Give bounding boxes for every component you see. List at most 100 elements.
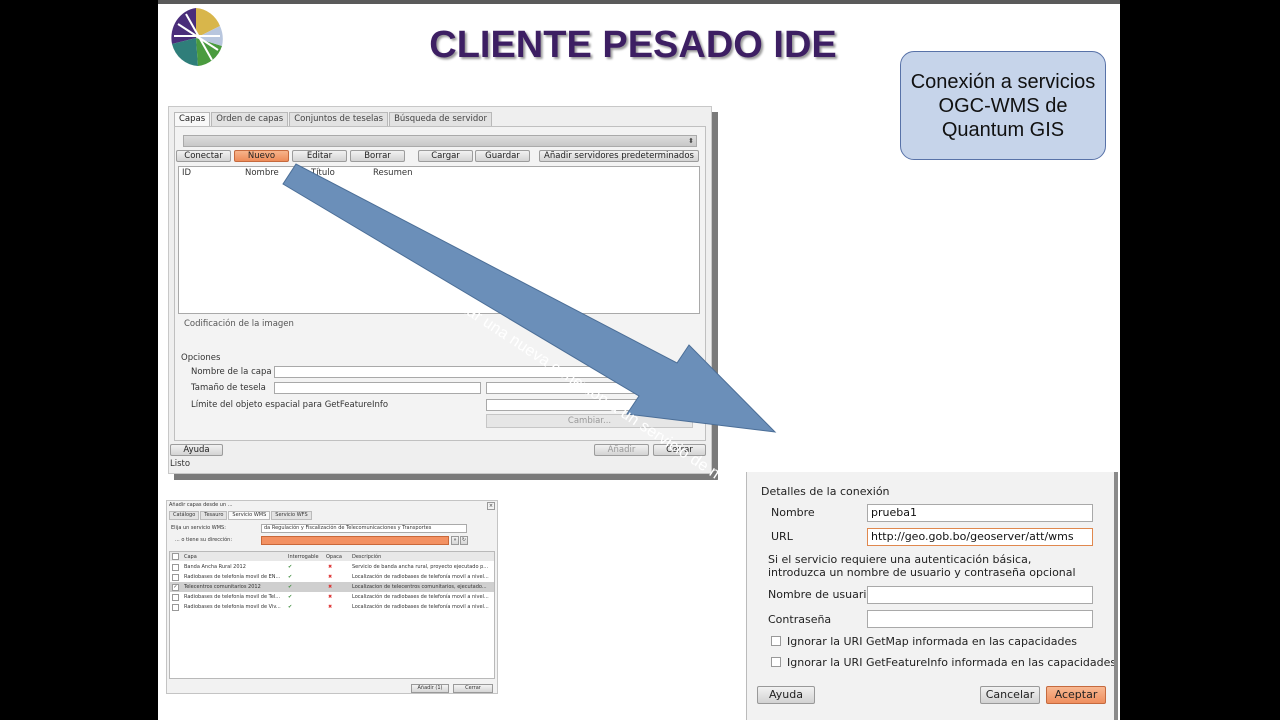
ignore-getfeatureinfo-label: Ignorar la URI GetFeatureInfo informada … [787,656,1117,669]
grid-header: Capa Interrogable Opaca Descripción [170,552,494,561]
ignore-getfeatureinfo-checkbox[interactable] [771,657,781,667]
feature-limit-label: Límite del objeto espacial para GetFeatu… [191,400,389,410]
row-checkbox[interactable] [172,574,179,581]
connection-details-dialog: Detalles de la conexión Nombre prueba1 U… [746,472,1118,720]
cross-icon: ✖ [328,584,333,590]
tab-tesauro[interactable]: Tesauro [200,511,228,520]
layer-name: Radiobases de telefonia movil de Viv... [184,604,281,610]
close-add-dialog-button[interactable]: Cerrar [453,684,493,693]
layer-name-label: Nombre de la capa [191,367,272,377]
row-checkbox[interactable] [172,604,179,611]
add-tabs: Catálogo Tesauro Servicio WMS Servicio W… [169,511,313,520]
add-layers-dialog: Añadir capas desde un ... × Catálogo Tes… [166,500,498,694]
address-label: ... o tiene su dirección: [175,537,233,543]
layer-name-input[interactable] [274,366,694,378]
tile-size-label: Tamaño de tesela [191,383,266,393]
ignore-getmap-label: Ignorar la URI GetMap informada en las c… [787,635,1077,648]
layer-description: Localización de radiobases de telefonía … [352,574,489,580]
username-label: Nombre de usuario [768,588,874,601]
tab-busqueda-servidor[interactable]: Búsqueda de servidor [389,112,492,126]
callout-box: Conexión a servicios OGC-WMS de Quantum … [900,51,1106,160]
row-checkbox[interactable] [172,594,179,601]
wms-layers-grid[interactable]: Capa Interrogable Opaca Descripción Band… [169,551,495,679]
choose-service-label: Elija un servicio WMS: [171,525,226,531]
cross-icon: ✖ [328,564,333,570]
options-label: Opciones [181,353,221,363]
help-button[interactable]: Ayuda [170,444,223,456]
connection-details-header: Detalles de la conexión [761,485,890,498]
tile-width-input[interactable] [274,382,481,394]
save-button[interactable]: Guardar [475,150,530,162]
auth-note: Si el servicio requiere una autenticació… [768,553,1076,579]
change-crs-button[interactable]: Cambiar... [486,414,693,428]
check-icon: ✔ [288,604,293,610]
delete-button[interactable]: Borrar [350,150,405,162]
add-layer-button[interactable]: Añadir [594,444,649,456]
add-default-servers-button[interactable]: Añadir servidores predeterminados [539,150,699,162]
username-input[interactable] [867,586,1093,604]
layer-description: Localización de radiobases de telefonía … [352,604,489,610]
layer-name: Telecentros comunitarios 2012 [184,584,261,590]
password-label: Contraseña [768,613,832,626]
add-dialog-title: Añadir capas desde un ... [169,502,233,508]
chevron-updown-icon: ⬍ [688,137,694,145]
col-titulo: Título [311,168,335,178]
address-input[interactable] [261,536,449,545]
check-icon: ✔ [288,564,293,570]
tab-capas[interactable]: Capas [174,112,211,126]
wms-tabs: Capas Orden de capas Conjuntos de tesela… [174,112,493,126]
choose-service-select[interactable]: da Regulación y Fiscalización de Telecom… [261,524,467,533]
status-text: Listo [170,459,191,469]
col-id: ID [182,168,192,178]
table-row-selected[interactable]: ✓ Telecentros comunitarios 2012 ✔ ✖ Loca… [170,582,494,592]
edit-button[interactable]: Editar [292,150,347,162]
refresh-icon[interactable]: ↻ [460,536,468,545]
server-combo[interactable]: ⬍ [183,135,697,147]
cancel-button[interactable]: Cancelar [980,686,1040,704]
name-label: Nombre [771,506,815,519]
add-selected-button[interactable]: Añadir (1) [411,684,449,693]
layer-name: Radiobases de telefonía movil de Tel... [184,594,281,600]
row-checkbox[interactable] [172,564,179,571]
cross-icon: ✖ [328,604,333,610]
search-icon[interactable]: » [451,536,459,545]
col-resumen: Resumen [373,168,413,178]
check-icon: ✔ [288,594,293,600]
layer-description: Localización de radiobases de telefonía … [352,594,489,600]
password-input[interactable] [867,610,1093,628]
ignore-getmap-checkbox[interactable] [771,636,781,646]
tab-servicio-wms[interactable]: Servicio WMS [228,511,271,520]
table-row[interactable]: Radiobases de telefonía movil de EN... ✔… [170,572,494,582]
layer-name: Banda Ancha Rural 2012 [184,564,246,570]
check-icon: ✔ [288,584,293,590]
new-button[interactable]: Nuevo [234,150,289,162]
col-nombre: Nombre [245,168,279,178]
header-checkbox[interactable] [172,553,179,560]
check-icon: ✔ [288,574,293,580]
tab-catalogo[interactable]: Catálogo [169,511,200,520]
load-button[interactable]: Cargar [418,150,473,162]
slide-top-bar [158,0,1120,4]
table-row[interactable]: Radiobases de telefonía movil de Tel... … [170,592,494,602]
name-input[interactable]: prueba1 [867,504,1093,522]
close-icon[interactable]: × [487,502,495,510]
dialog-shadow [1114,472,1118,720]
col-opaca: Opaca [326,554,342,560]
row-checkbox-checked[interactable]: ✓ [172,584,179,591]
url-input[interactable]: http://geo.gob.bo/geoserver/att/wms [867,528,1093,546]
slide: CLIENTE PESADO IDE Conexión a servicios … [158,0,1120,720]
accept-button[interactable]: Aceptar [1046,686,1106,704]
cross-icon: ✖ [328,574,333,580]
table-row[interactable]: Radiobases de telefonia movil de Viv... … [170,602,494,612]
cross-icon: ✖ [328,594,333,600]
col-capa: Capa [184,554,197,560]
connect-button[interactable]: Conectar [176,150,231,162]
tab-servicio-wfs[interactable]: Servicio WFS [271,511,312,520]
tab-conjuntos-teselas[interactable]: Conjuntos de teselas [289,112,389,126]
layer-description: Servicio de banda ancha rural, proyecto … [352,564,489,570]
image-encoding-label: Codificación de la imagen [184,319,294,329]
layer-name: Radiobases de telefonía movil de EN... [184,574,281,580]
tab-orden-capas[interactable]: Orden de capas [211,112,289,126]
table-row[interactable]: Banda Ancha Rural 2012 ✔ ✖ Servicio de b… [170,562,494,572]
help-button[interactable]: Ayuda [757,686,815,704]
